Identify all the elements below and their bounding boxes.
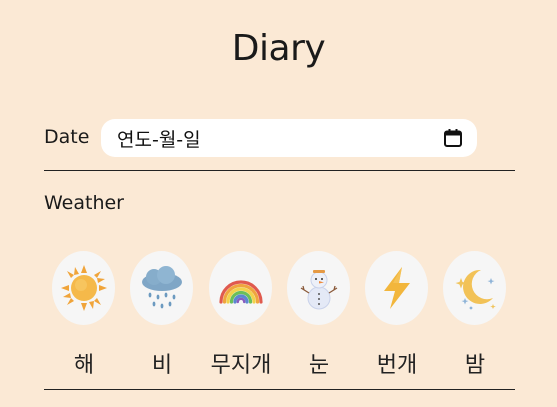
- date-input-placeholder: 연도-월-일: [117, 128, 201, 151]
- weather-option-sun[interactable]: 해: [52, 251, 116, 381]
- weather-options: 해 비 무지개 눈 번개 밤: [52, 251, 508, 381]
- weather-option-label: 밤: [464, 353, 486, 378]
- weather-label: Weather: [44, 192, 124, 214]
- calendar-icon[interactable]: [443, 128, 463, 148]
- snowman-icon: [287, 251, 350, 325]
- weather-option-night[interactable]: 밤: [443, 251, 507, 381]
- rainbow-icon: [209, 251, 272, 325]
- weather-option-rain[interactable]: 비: [130, 251, 194, 381]
- divider-top: [44, 170, 515, 171]
- date-label: Date: [44, 126, 90, 148]
- rain-cloud-icon: [130, 251, 193, 325]
- weather-option-lightning[interactable]: 번개: [365, 251, 429, 381]
- weather-option-snow[interactable]: 눈: [287, 251, 351, 381]
- weather-option-rainbow[interactable]: 무지개: [209, 251, 273, 381]
- lightning-icon: [365, 251, 428, 325]
- sun-icon: [52, 251, 115, 325]
- moon-stars-icon: [443, 251, 506, 325]
- date-input[interactable]: 연도-월-일: [101, 119, 477, 157]
- divider-bottom: [44, 389, 515, 390]
- page-title: Diary: [231, 28, 326, 69]
